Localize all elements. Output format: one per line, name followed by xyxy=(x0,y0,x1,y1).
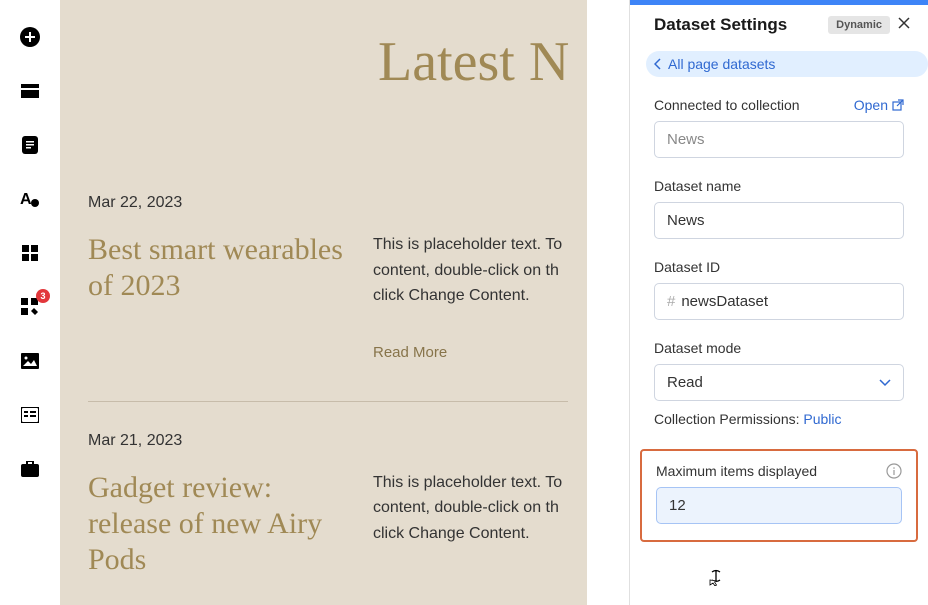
data-icon[interactable] xyxy=(18,403,42,427)
cursor-icon xyxy=(708,568,724,591)
dataset-name-input[interactable] xyxy=(654,202,904,239)
article-item: Mar 21, 2023 Gadget review: release of n… xyxy=(88,402,629,578)
connected-label: Connected to collection xyxy=(654,97,800,113)
info-icon[interactable] xyxy=(886,463,902,479)
svg-text:A: A xyxy=(20,191,32,208)
dataset-id-label: Dataset ID xyxy=(654,259,904,275)
article-text: This is placeholder text. To content, do… xyxy=(373,470,603,547)
add-icon[interactable] xyxy=(18,25,42,49)
left-sidebar: A 3 xyxy=(0,0,60,605)
external-link-icon xyxy=(892,99,904,111)
dataset-id-input[interactable]: # newsDataset xyxy=(654,283,904,320)
canvas-area: Latest N Mar 22, 2023 Best smart wearabl… xyxy=(60,0,629,605)
text-theme-icon[interactable]: A xyxy=(18,187,42,211)
chevron-left-icon xyxy=(654,58,662,70)
max-items-group: Maximum items displayed xyxy=(640,449,918,542)
article-text: This is placeholder text. To content, do… xyxy=(373,232,603,309)
article-title: Gadget review: release of new Airy Pods xyxy=(88,470,348,578)
article-title: Best smart wearables of 2023 xyxy=(88,232,348,304)
dataset-name-label: Dataset name xyxy=(654,178,904,194)
chevron-down-icon xyxy=(879,379,891,387)
article-date: Mar 22, 2023 xyxy=(88,194,629,212)
dataset-mode-label: Dataset mode xyxy=(654,340,904,356)
dataset-mode-select[interactable]: Read xyxy=(654,364,904,401)
image-icon[interactable] xyxy=(18,349,42,373)
layers-icon[interactable] xyxy=(18,79,42,103)
settings-panel: Dataset Settings Dynamic All page datase… xyxy=(629,0,928,605)
max-items-input[interactable] xyxy=(656,487,902,524)
grid-icon[interactable] xyxy=(18,241,42,265)
page-title: Latest N xyxy=(378,30,628,94)
permissions-row: Collection Permissions: Public xyxy=(654,411,904,427)
permissions-link[interactable]: Public xyxy=(803,411,841,427)
apps-icon[interactable]: 3 xyxy=(18,295,42,319)
close-icon[interactable] xyxy=(898,16,910,34)
badge: 3 xyxy=(36,289,50,303)
page-icon[interactable] xyxy=(18,133,42,157)
hash-icon: # xyxy=(667,293,675,310)
read-more-link[interactable]: Read More xyxy=(373,344,629,361)
panel-title: Dataset Settings xyxy=(654,15,787,35)
briefcase-icon[interactable] xyxy=(18,457,42,481)
article-date: Mar 21, 2023 xyxy=(88,432,629,450)
dynamic-badge: Dynamic xyxy=(828,16,890,34)
back-link[interactable]: All page datasets xyxy=(646,51,928,77)
connected-input[interactable] xyxy=(654,121,904,158)
max-items-label: Maximum items displayed xyxy=(656,463,817,479)
open-link[interactable]: Open xyxy=(854,97,904,113)
article-item: Mar 22, 2023 Best smart wearables of 202… xyxy=(88,164,629,402)
